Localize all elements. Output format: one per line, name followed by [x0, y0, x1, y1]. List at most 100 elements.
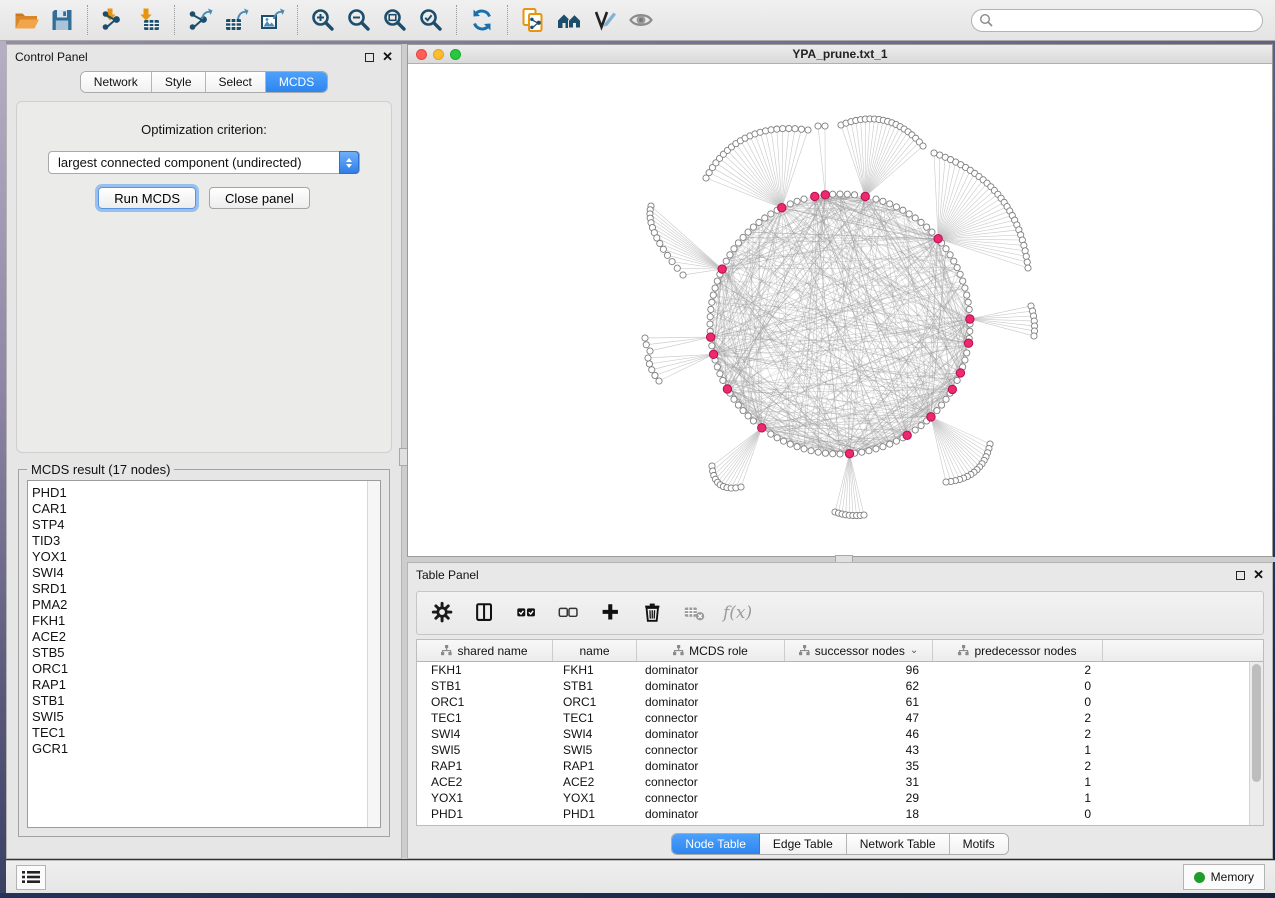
- table-row[interactable]: PHD1PHD1dominator180: [417, 806, 1263, 822]
- tab-network[interactable]: Network: [81, 72, 152, 92]
- mcds-hub-node[interactable]: [927, 413, 935, 421]
- close-panel-icon[interactable]: ✕: [1253, 570, 1264, 580]
- select-all-button[interactable]: [513, 599, 541, 627]
- column-header-MCDS-role[interactable]: MCDS role: [637, 640, 785, 661]
- float-panel-icon[interactable]: [365, 53, 374, 62]
- tab-mcds[interactable]: MCDS: [266, 72, 327, 92]
- import-network-button[interactable]: [95, 3, 131, 37]
- mcds-hub-node[interactable]: [845, 449, 853, 457]
- mcds-node-item[interactable]: STP4: [32, 517, 380, 533]
- mcds-hub-node[interactable]: [778, 204, 786, 212]
- maximize-window-icon[interactable]: [450, 49, 461, 60]
- mcds-hub-node[interactable]: [903, 431, 911, 439]
- open-file-button[interactable]: [8, 3, 44, 37]
- function-builder-icon[interactable]: f(x): [723, 603, 752, 623]
- table-row[interactable]: ORC1ORC1dominator610: [417, 694, 1263, 710]
- import-table-button[interactable]: [131, 3, 167, 37]
- graphics-details-button[interactable]: [587, 3, 623, 37]
- mcds-node-item[interactable]: TEC1: [32, 725, 380, 741]
- mcds-hub-node[interactable]: [966, 315, 974, 323]
- tab-style[interactable]: Style: [152, 72, 206, 92]
- mcds-hub-node[interactable]: [934, 235, 942, 243]
- mcds-hub-node[interactable]: [709, 350, 717, 358]
- settings-button[interactable]: [429, 599, 457, 627]
- add-row-button[interactable]: [597, 599, 625, 627]
- birds-eye-view-button[interactable]: [623, 3, 659, 37]
- table-row[interactable]: FKH1FKH1dominator962: [417, 662, 1263, 678]
- zoom-selected-button[interactable]: [413, 3, 449, 37]
- column-header-name[interactable]: name: [553, 640, 637, 661]
- tab-node-table[interactable]: Node Table: [672, 834, 760, 854]
- mcds-hub-node[interactable]: [964, 339, 972, 347]
- mcds-node-item[interactable]: PHD1: [32, 485, 380, 501]
- mcds-hub-node[interactable]: [758, 424, 766, 432]
- zoom-in-button[interactable]: [305, 3, 341, 37]
- minimize-window-icon[interactable]: [433, 49, 444, 60]
- show-column-button[interactable]: [471, 599, 499, 627]
- mcds-node-item[interactable]: GCR1: [32, 741, 380, 757]
- mcds-node-item[interactable]: CAR1: [32, 501, 380, 517]
- export-table-button[interactable]: [218, 3, 254, 37]
- export-network-button[interactable]: [182, 3, 218, 37]
- table-scrollbar[interactable]: [1249, 662, 1263, 825]
- table-row[interactable]: STB1STB1dominator620: [417, 678, 1263, 694]
- network-overview-button[interactable]: [551, 3, 587, 37]
- mcds-hub-node[interactable]: [718, 265, 726, 273]
- clone-network-button[interactable]: [515, 3, 551, 37]
- tab-motifs[interactable]: Motifs: [950, 834, 1008, 854]
- close-window-icon[interactable]: [416, 49, 427, 60]
- mcds-hub-node[interactable]: [956, 369, 964, 377]
- refresh-layout-button[interactable]: [464, 3, 500, 37]
- mcds-node-item[interactable]: ORC1: [32, 661, 380, 677]
- table-row[interactable]: RAP1RAP1dominator352: [417, 758, 1263, 774]
- zoom-fit-button[interactable]: [377, 3, 413, 37]
- column-header-predecessor-nodes[interactable]: predecessor nodes: [933, 640, 1103, 661]
- mcds-node-item[interactable]: RAP1: [32, 677, 380, 693]
- table-row[interactable]: YOX1YOX1connector291: [417, 790, 1263, 806]
- table-row[interactable]: TEC1TEC1connector472: [417, 710, 1263, 726]
- mcds-node-item[interactable]: SRD1: [32, 581, 380, 597]
- mcds-list-scrollbar[interactable]: [367, 481, 380, 827]
- mcds-node-item[interactable]: PMA2: [32, 597, 380, 613]
- tab-network-table[interactable]: Network Table: [847, 834, 950, 854]
- search-input[interactable]: [971, 9, 1263, 32]
- mcds-hub-node[interactable]: [948, 385, 956, 393]
- mcds-hub-node[interactable]: [706, 333, 714, 341]
- save-session-button[interactable]: [44, 3, 80, 37]
- deselect-all-button[interactable]: [555, 599, 583, 627]
- mcds-node-item[interactable]: STB1: [32, 693, 380, 709]
- mcds-node-item[interactable]: SWI5: [32, 709, 380, 725]
- scrollbar-thumb[interactable]: [1252, 664, 1261, 782]
- network-window-titlebar[interactable]: YPA_prune.txt_1: [408, 45, 1272, 64]
- table-row[interactable]: ACE2ACE2connector311: [417, 774, 1263, 790]
- mcds-node-item[interactable]: FKH1: [32, 613, 380, 629]
- clone-network-icon: [520, 7, 546, 33]
- network-canvas[interactable]: [408, 64, 1272, 556]
- mcds-hub-node[interactable]: [811, 192, 819, 200]
- close-panel-button[interactable]: Close panel: [209, 187, 310, 209]
- tab-edge-table[interactable]: Edge Table: [760, 834, 847, 854]
- column-header-shared-name[interactable]: shared name: [417, 640, 553, 661]
- mcds-node-item[interactable]: SWI4: [32, 565, 380, 581]
- float-panel-icon[interactable]: [1236, 571, 1245, 580]
- column-header-successor-nodes[interactable]: successor nodes⌄: [785, 640, 933, 661]
- delete-row-button[interactable]: [639, 599, 667, 627]
- mcds-node-item[interactable]: TID3: [32, 533, 380, 549]
- memory-button[interactable]: Memory: [1183, 864, 1265, 890]
- mcds-hub-node[interactable]: [723, 385, 731, 393]
- mcds-hub-node[interactable]: [821, 191, 829, 199]
- close-panel-icon[interactable]: ✕: [382, 52, 393, 62]
- task-history-button[interactable]: [16, 865, 46, 890]
- mcds-node-item[interactable]: ACE2: [32, 629, 380, 645]
- run-mcds-button[interactable]: Run MCDS: [98, 187, 196, 209]
- mcds-node-item[interactable]: STB5: [32, 645, 380, 661]
- table-row[interactable]: SWI4SWI4dominator462: [417, 726, 1263, 742]
- table-row[interactable]: SWI5SWI5connector431: [417, 742, 1263, 758]
- mcds-hub-node[interactable]: [861, 192, 869, 200]
- mcds-node-item[interactable]: YOX1: [32, 549, 380, 565]
- mcds-result-list[interactable]: PHD1CAR1STP4TID3YOX1SWI4SRD1PMA2FKH1ACE2…: [27, 480, 381, 828]
- export-image-button[interactable]: [254, 3, 290, 37]
- zoom-out-button[interactable]: [341, 3, 377, 37]
- tab-select[interactable]: Select: [206, 72, 266, 92]
- criterion-select[interactable]: largest connected component (undirected): [48, 151, 360, 174]
